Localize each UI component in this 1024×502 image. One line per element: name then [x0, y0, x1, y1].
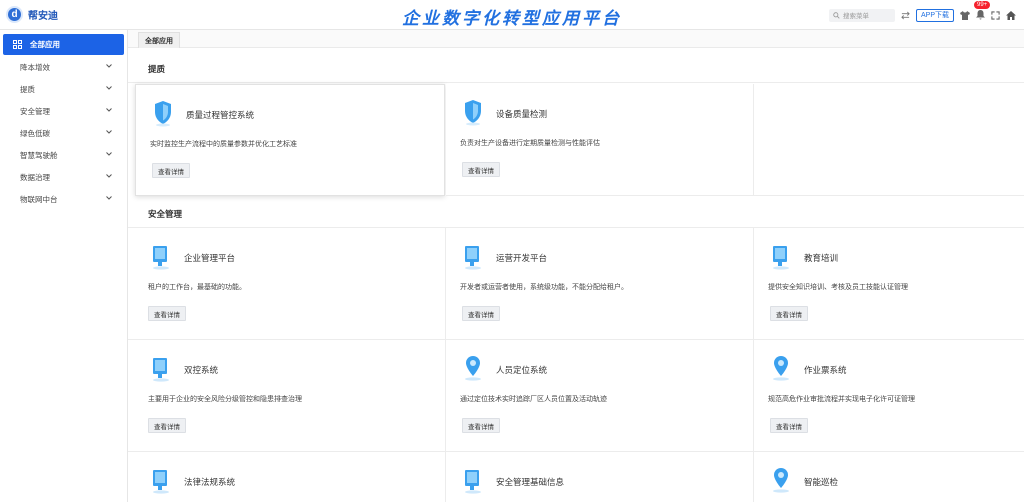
sidebar: 全部应用 降本增效 提质 安全管理 绿色低碳 智慧驾驶舱 数据治理 物联网中台: [0, 30, 128, 502]
tab-bar: 全部应用: [128, 30, 1024, 48]
swap-icon[interactable]: [901, 11, 910, 20]
sidebar-item-label: 绿色低碳: [20, 128, 50, 138]
location-pin-icon: [465, 356, 481, 381]
app-card[interactable]: 双控系统 主要用于企业的安全风险分级管控和隐患排查治理 查看详情: [128, 340, 446, 452]
card-title: 质量过程管控系统: [186, 110, 255, 120]
card-desc: 租户的工作台，最基础的功能。: [148, 284, 246, 291]
sidebar-item-all-apps[interactable]: 全部应用: [3, 34, 124, 55]
app-card[interactable]: 教育培训 提供安全知识培训、考核及员工技能认证管理 查看详情: [754, 228, 1024, 340]
card-title: 运营开发平台: [496, 253, 548, 263]
shirt-icon[interactable]: [960, 10, 970, 20]
card-title: 安全管理基础信息: [496, 477, 565, 487]
chevron-down-icon: [106, 108, 112, 112]
view-details-button[interactable]: 查看详情: [148, 306, 186, 321]
computer-icon: [465, 470, 481, 494]
app-card[interactable]: 作业票系统 规范高危作业审批流程并实现电子化许可证管理 查看详情: [754, 340, 1024, 452]
app-download-button[interactable]: APP下载: [915, 8, 954, 22]
card-title: 教育培训: [804, 253, 839, 263]
app-card[interactable]: 设备质量检测 负责对生产设备进行定期质量检测与性能评估 查看详情: [446, 84, 754, 196]
view-details-button[interactable]: 查看详情: [152, 163, 190, 178]
chevron-down-icon: [106, 174, 112, 178]
chevron-down-icon: [106, 130, 112, 134]
app-card[interactable]: 质量过程管控系统 实时监控生产流程中的质量参数并优化工艺标准 查看详情: [135, 84, 445, 196]
view-details-button[interactable]: 查看详情: [770, 418, 808, 433]
section-title-safety: 安全管理: [148, 209, 183, 219]
grid-icon: [13, 40, 22, 49]
notification-badge: 99+: [974, 1, 991, 9]
chevron-down-icon: [106, 152, 112, 156]
chevron-down-icon: [106, 64, 112, 68]
view-details-button[interactable]: 查看详情: [770, 306, 808, 321]
card-title: 人员定位系统: [496, 365, 548, 375]
sidebar-item-label: 数据治理: [20, 172, 50, 182]
top-header: d 帮安迪 企业数字化转型应用平台 搜索菜单 APP下载 99+: [0, 0, 1024, 30]
computer-icon: [153, 246, 169, 270]
search-placeholder: 搜索菜单: [842, 13, 869, 20]
app-card[interactable]: 智能巡检: [754, 452, 1024, 502]
chevron-down-icon: [106, 86, 112, 90]
sidebar-active-label: 全部应用: [30, 40, 60, 49]
card-desc: 通过定位技术实时追踪厂区人员位置及活动轨迹: [460, 396, 607, 403]
search-input[interactable]: 搜索菜单: [828, 8, 895, 22]
card-title: 作业票系统: [804, 365, 847, 375]
bell-icon: [976, 10, 985, 20]
divider: [128, 82, 1024, 83]
section-title-quality: 提质: [148, 64, 166, 74]
computer-icon: [153, 358, 169, 382]
chevron-down-icon: [106, 196, 112, 200]
sidebar-item-label: 物联网中台: [20, 194, 58, 204]
main-content: 提质 质量过程管控系统 实时监控生产流程中的质量参数并优化工艺标准 查看详情 设…: [128, 50, 1024, 502]
card-desc: 规范高危作业审批流程并实现电子化许可证管理: [768, 396, 915, 403]
app-card[interactable]: 安全管理基础信息: [446, 452, 754, 502]
app-card[interactable]: 运营开发平台 开发者或运营者使用，系统级功能，不能分配给租户。 查看详情: [446, 228, 754, 340]
sidebar-item-label: 安全管理: [20, 106, 50, 116]
sidebar-item-cockpit[interactable]: 智慧驾驶舱: [0, 144, 128, 166]
sidebar-item-label: 智慧驾驶舱: [20, 150, 58, 160]
card-title: 设备质量检测: [496, 109, 548, 119]
app-card[interactable]: 人员定位系统 通过定位技术实时追踪厂区人员位置及活动轨迹 查看详情: [446, 340, 754, 452]
card-desc: 负责对生产设备进行定期质量检测与性能评估: [460, 140, 600, 147]
view-details-button[interactable]: 查看详情: [148, 418, 186, 433]
location-pin-icon: [773, 468, 789, 493]
sidebar-item-cost[interactable]: 降本增效: [0, 56, 128, 78]
location-pin-icon: [773, 356, 789, 381]
card-desc: 提供安全知识培训、考核及员工技能认证管理: [768, 284, 908, 291]
card-title: 法律法规系统: [184, 477, 236, 487]
sidebar-item-safety[interactable]: 安全管理: [0, 100, 128, 122]
sidebar-item-label: 降本增效: [20, 62, 50, 72]
sidebar-item-label: 提质: [20, 84, 35, 94]
search-icon: [833, 11, 840, 19]
view-details-button[interactable]: 查看详情: [462, 306, 500, 321]
fullscreen-icon[interactable]: [991, 10, 1000, 20]
sidebar-item-data[interactable]: 数据治理: [0, 166, 128, 188]
sidebar-item-iot[interactable]: 物联网中台: [0, 188, 128, 210]
card-desc: 开发者或运营者使用，系统级功能，不能分配给租户。: [460, 284, 628, 291]
empty-card-slot: [754, 84, 1024, 196]
computer-icon: [773, 246, 789, 270]
card-desc: 主要用于企业的安全风险分级管控和隐患排查治理: [148, 396, 302, 403]
computer-icon: [465, 246, 481, 270]
computer-icon: [153, 470, 169, 494]
card-title: 企业管理平台: [184, 253, 236, 263]
header-toolbar: 搜索菜单 APP下载 99+: [828, 1, 1016, 23]
tab-all-apps[interactable]: 全部应用: [138, 32, 180, 48]
app-card[interactable]: 法律法规系统: [128, 452, 446, 502]
notification-bell[interactable]: 99+: [974, 1, 991, 20]
sidebar-item-quality[interactable]: 提质: [0, 78, 128, 100]
app-shield-icon: [155, 101, 171, 127]
view-details-button[interactable]: 查看详情: [462, 162, 500, 177]
card-title: 双控系统: [184, 365, 219, 375]
sidebar-item-green[interactable]: 绿色低碳: [0, 122, 128, 144]
card-title: 智能巡检: [804, 477, 839, 487]
card-desc: 实时监控生产流程中的质量参数并优化工艺标准: [150, 141, 297, 148]
home-icon[interactable]: [1006, 10, 1016, 20]
app-shield-icon: [465, 100, 481, 126]
app-card[interactable]: 企业管理平台 租户的工作台，最基础的功能。 查看详情: [128, 228, 446, 340]
view-details-button[interactable]: 查看详情: [462, 418, 500, 433]
